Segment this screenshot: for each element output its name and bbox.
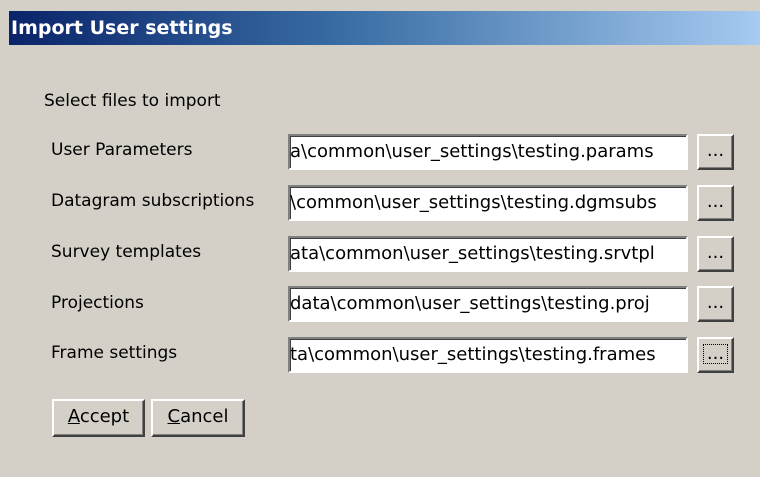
accept-button[interactable]: Accept [52,399,145,437]
projections-label: Projections [51,293,144,313]
survey-templates-browse-button[interactable]: ... [697,236,734,272]
user-parameters-label: User Parameters [51,140,193,160]
accept-accelerator: A [67,406,80,427]
user-parameters-path-value: a\common\user_settings\testing.params [290,141,654,162]
user-parameters-path-input[interactable]: a\common\user_settings\testing.params [288,134,688,170]
projections-path-input[interactable]: data\common\user_settings\testing.proj [288,286,688,322]
survey-templates-label: Survey templates [51,242,202,262]
accept-label-rest: ccept [79,406,130,427]
frame-settings-path-input[interactable]: ta\common\user_settings\testing.frames [288,337,688,373]
datagram-subscriptions-path-input[interactable]: \common\user_settings\testing.dgmsubs [288,185,688,221]
browse-dots: ... [702,343,729,364]
browse-dots: ... [706,292,725,313]
cancel-accelerator: C [167,406,181,427]
datagram-subscriptions-label: Datagram subscriptions [51,191,255,211]
survey-templates-path-input[interactable]: ata\common\user_settings\testing.srvtpl [288,236,688,272]
frame-settings-label: Frame settings [51,343,178,363]
dialog-title-bar[interactable]: Import User settings [9,11,760,45]
frame-settings-browse-button[interactable]: ... [697,337,734,373]
datagram-subscriptions-path-value: \common\user_settings\testing.dgmsubs [290,192,657,213]
projections-browse-button[interactable]: ... [697,286,734,322]
cancel-button[interactable]: Cancel [151,399,245,437]
cancel-label-rest: ancel [180,406,229,427]
browse-dots: ... [706,242,725,263]
survey-templates-path-value: ata\common\user_settings\testing.srvtpl [290,243,655,264]
browse-dots: ... [706,140,725,161]
projections-path-value: data\common\user_settings\testing.proj [290,293,650,314]
user-parameters-browse-button[interactable]: ... [697,134,734,170]
dialog-title: Import User settings [11,17,233,39]
import-user-settings-dialog: Import User settings Select files to imp… [0,0,761,477]
browse-dots: ... [706,191,725,212]
datagram-subscriptions-browse-button[interactable]: ... [697,185,734,221]
frame-settings-path-value: ta\common\user_settings\testing.frames [290,344,656,365]
select-files-label: Select files to import [44,91,221,111]
